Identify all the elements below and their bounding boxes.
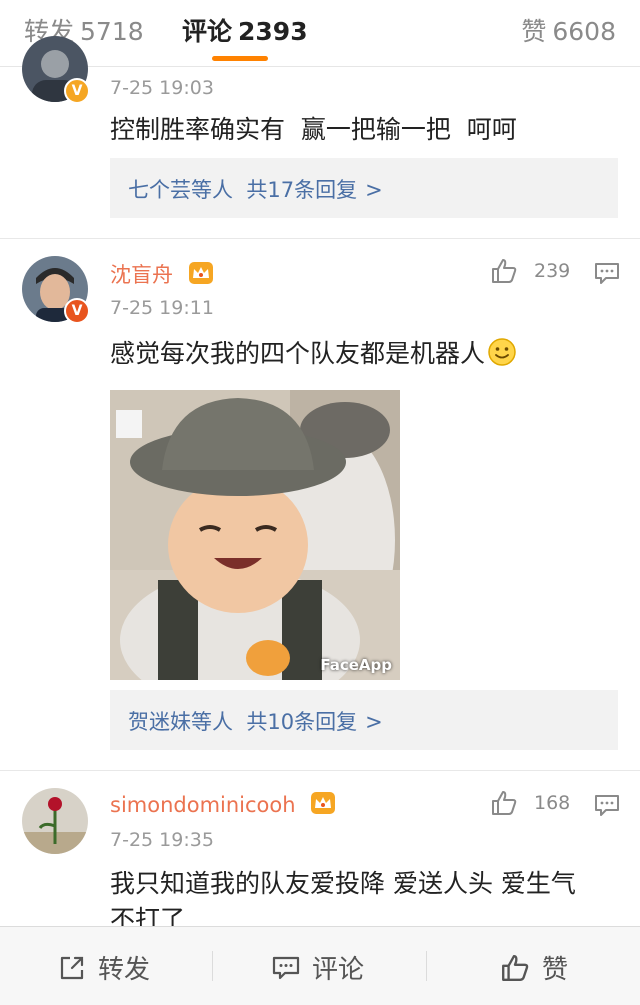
comment-text-content: 感觉每次我的四个队友都是机器人 [110,339,486,368]
reply-button[interactable] [594,261,620,289]
reply-count-link[interactable]: 共10条回复 [246,710,357,734]
username[interactable]: 沈盲舟 [110,259,214,289]
share-icon [60,956,84,979]
thumbs-up-icon [492,791,517,815]
comment-divider [0,238,640,239]
reply-names[interactable]: 贺迷妹等人 [128,710,233,734]
comment-time: 7-25 19:35 [110,829,214,851]
replies-summary[interactable]: 七个芸等人 共17条回复 > [110,158,618,218]
image-watermark: FaceApp [320,656,392,674]
crown-icon [188,262,213,284]
smile-emoji-icon [488,338,516,366]
replies-summary-text: 七个芸等人 共17条回复 > [128,174,383,204]
username-text: simondominicooh [110,793,296,817]
like-button[interactable] [490,257,518,285]
crown-icon [311,792,336,814]
avatar-image [22,788,88,854]
username[interactable]: simondominicooh [110,791,336,817]
tab-comments-label: 评论 [182,17,233,46]
repost-button[interactable]: 转发 [58,949,150,986]
comment-label: 评论 [312,955,365,985]
repost-label: 转发 [98,955,151,985]
tab-likes-label: 赞 [521,17,547,46]
thumbs-up-icon [502,954,529,981]
reply-names[interactable]: 七个芸等人 [128,178,233,202]
comment-text: 感觉每次我的四个队友都是机器人 [110,336,610,372]
chevron-right-icon: > [365,178,383,202]
action-divider [212,951,213,981]
comment-time: 7-25 19:11 [110,297,214,319]
tab-likes-count: 6608 [552,17,616,46]
like-button[interactable] [490,789,518,817]
tab-bar: 转发 5718 评论 2393 赞 6608 [0,0,640,67]
like-post-button[interactable]: 赞 [500,949,568,986]
username-text: 沈盲舟 [110,263,173,287]
verified-badge-letter: V [71,83,83,99]
reply-button[interactable] [594,793,620,821]
reply-count-link[interactable]: 共17条回复 [246,178,357,202]
bottom-action-bar: 转发 评论 赞 [0,926,640,1005]
comment-button[interactable]: 评论 [272,949,364,986]
tab-comments-count: 2393 [238,17,308,46]
avatar[interactable] [22,788,88,854]
verified-badge-letter: V [71,303,83,319]
replies-summary[interactable]: 贺迷妹等人 共10条回复 > [110,690,618,750]
tab-likes[interactable]: 赞 6608 [521,12,616,48]
verified-badge-icon: V [64,78,90,104]
comment-icon [595,263,619,284]
comment-icon [595,795,619,816]
comment-icon [272,956,300,979]
comment-text: 控制胜率确实有 赢一把输一把 呵呵 [110,115,517,144]
active-tab-indicator [212,56,268,61]
replies-summary-text: 贺迷妹等人 共10条回复 > [128,706,383,736]
tab-comments[interactable]: 评论 2393 [182,12,308,48]
chevron-right-icon: > [365,710,383,734]
like-label: 赞 [542,955,569,985]
thumbs-up-icon [492,259,517,283]
verified-badge-icon: V [64,298,90,324]
comment-image[interactable]: FaceApp [110,390,400,680]
tab-repost-count: 5718 [80,17,144,46]
like-count: 168 [534,792,571,814]
action-divider [426,951,427,981]
like-count: 239 [534,260,571,282]
comment-photo [110,390,400,680]
comment-time: 7-25 19:03 [110,77,214,99]
comment-divider [0,770,640,771]
comment-text-line: 我只知道我的队友爱投降 爱送人头 爱生气 [110,869,576,898]
